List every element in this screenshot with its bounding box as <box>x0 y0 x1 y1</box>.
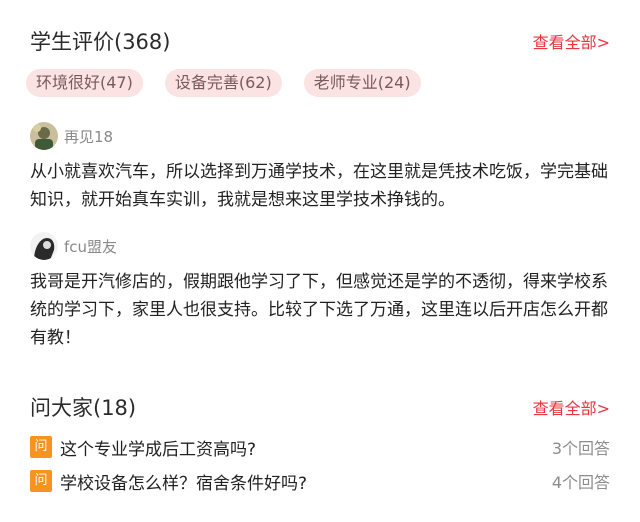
questions-header: 问大家(18) 查看全部> <box>30 392 610 422</box>
questions-see-all-link[interactable]: 查看全部> <box>533 395 610 419</box>
username: fcu盟友 <box>64 237 118 256</box>
reviews-header: 学生评价(368) 查看全部> <box>30 26 610 56</box>
review-text: 从小就喜欢汽车，所以选择到万通学技术，在这里就是凭技术吃饭，学完基础知识，就开始… <box>30 162 608 210</box>
review-item: fcu盟友 我哥是开汽修店的，假期跟他学习了下，但感觉还是学的不透彻，得来学校系… <box>30 231 620 352</box>
avatar <box>30 122 58 150</box>
username: 再见18 <box>64 127 114 146</box>
question-list: 问 这个专业学成后工资高吗? 3个回答 问 学校设备怎么样？宿舍条件好吗? 4个… <box>30 430 610 498</box>
review-user: fcu盟友 <box>30 231 620 261</box>
answer-count: 4个回答 <box>551 473 610 492</box>
avatar <box>30 232 58 260</box>
review-user: 再见18 <box>30 121 620 151</box>
question-text: 学校设备怎么样？宿舍条件好吗? <box>60 473 308 494</box>
tag-environment[interactable]: 环境很好(47) <box>26 69 143 97</box>
review-text: 我哥是开汽修店的，假期跟他学习了下，但感觉还是学的不透彻，得来学校系统的学习下，… <box>30 272 608 348</box>
question-item[interactable]: 问 学校设备怎么样？宿舍条件好吗? 4个回答 <box>30 464 610 498</box>
question-left: 问 这个专业学成后工资高吗? <box>30 435 256 460</box>
question-text: 这个专业学成后工资高吗? <box>60 439 257 460</box>
question-badge-icon: 问 <box>30 436 52 458</box>
question-badge-icon: 问 <box>30 470 52 492</box>
questions-title: 问大家(18) <box>30 396 137 420</box>
question-left: 问 学校设备怎么样？宿舍条件好吗? <box>30 469 307 494</box>
review-item: 再见18 从小就喜欢汽车，所以选择到万通学技术，在这里就是凭技术吃饭，学完基础知… <box>30 121 620 214</box>
tag-equipment[interactable]: 设备完善(62) <box>164 69 282 97</box>
review-tags: 环境很好(47) 设备完善(62) 老师专业(24) <box>26 69 421 97</box>
reviews-title: 学生评价(368) <box>30 30 171 54</box>
question-item[interactable]: 问 这个专业学成后工资高吗? 3个回答 <box>30 430 610 464</box>
tag-teachers[interactable]: 老师专业(24) <box>303 69 421 97</box>
page: 学生评价(368) 查看全部> 环境很好(47) 设备完善(62) 老师专业(2… <box>0 0 640 522</box>
answer-count: 3个回答 <box>551 439 610 458</box>
reviews-see-all-link[interactable]: 查看全部> <box>533 29 610 53</box>
